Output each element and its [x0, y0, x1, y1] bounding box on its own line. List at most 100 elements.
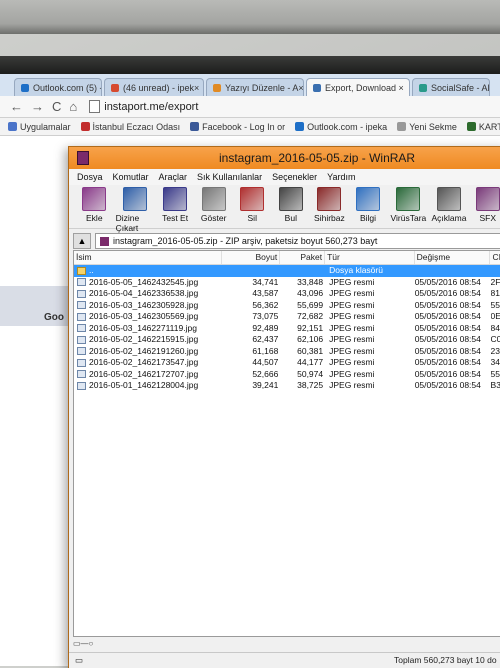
- file-row[interactable]: 2016-05-02_1462191260.jpg 61,168 60,381 JPE…: [74, 346, 500, 358]
- toolbar-button-test[interactable]: Test Et: [158, 187, 193, 223]
- menu-item[interactable]: Sık Kullanılanlar: [197, 172, 262, 182]
- file-name: 2016-05-02_1462191260.jpg: [89, 345, 199, 356]
- column-header-modified[interactable]: Değişme: [415, 251, 491, 264]
- delete-icon: [240, 187, 265, 211]
- toolbar-button-label: Sihirbaz: [314, 213, 345, 223]
- address-bar[interactable]: instaport.me/export: [89, 100, 198, 113]
- toolbar-button-label: VirüsTara: [390, 213, 427, 223]
- toolbar-button-sfx[interactable]: SFX: [470, 187, 500, 223]
- toolbar-button-delete[interactable]: Sil: [235, 187, 270, 223]
- file-row[interactable]: 2016-05-01_1462128004.jpg 39,241 38,725 JPE…: [74, 380, 500, 392]
- page-text-fragment: Goo: [44, 312, 64, 323]
- bookmark-item[interactable]: Yeni Sekme: [397, 122, 457, 132]
- winrar-menubar: Dosya Komutlar Araçlar Sık Kullanılanlar Seç…: [69, 169, 500, 185]
- file-name-cell: 2016-05-03_1462305569.jpg: [74, 311, 222, 323]
- file-row[interactable]: 2016-05-02_1462173547.jpg 44,507 44,177 JPE…: [74, 357, 500, 369]
- bookmark-item[interactable]: Facebook - Log In or: [190, 122, 285, 132]
- file-size: 61,168: [252, 345, 279, 356]
- archive-path-field[interactable]: instagram_2016-05-05.zip - ZIP arşiv, pa…: [95, 233, 500, 249]
- screen-edge: [0, 56, 500, 74]
- menu-item[interactable]: Yardım: [327, 172, 355, 182]
- menu-item[interactable]: Seçenekler: [272, 172, 317, 182]
- browser-tab[interactable]: Export, Download ×: [306, 78, 410, 96]
- toolbar-button-find[interactable]: Bul: [274, 187, 309, 223]
- toolbar-button-extract[interactable]: Dizine Çıkart: [116, 187, 154, 233]
- file-type: JPEG resmi: [329, 311, 375, 321]
- toolbar-button-virus-scan[interactable]: VirüsTara: [389, 187, 427, 223]
- toolbar-button-comment[interactable]: Açıklama: [431, 187, 466, 223]
- archive-path-text: instagram_2016-05-05.zip - ZIP arşiv, pa…: [113, 236, 378, 246]
- file-row[interactable]: 2016-05-04_1462336538.jpg 43,587 43,096 JPE…: [74, 288, 500, 300]
- back-button[interactable]: ←: [10, 99, 23, 114]
- file-crc: 55: [490, 299, 500, 310]
- jpeg-file-icon: [77, 358, 86, 367]
- file-list-header: İsim Boyut Paket Tür Değişme CI: [74, 251, 500, 265]
- file-name-cell: 2016-05-02_1462191260.jpg: [74, 346, 222, 358]
- parent-folder-row[interactable]: .. Dosya klasörü: [74, 265, 500, 277]
- file-size: 73,075: [252, 311, 279, 321]
- toolbar-button-label: Ekle: [86, 213, 103, 223]
- column-header-size[interactable]: Boyut: [222, 251, 281, 264]
- menu-item[interactable]: Araçlar: [159, 172, 188, 182]
- file-crc: 23: [490, 345, 500, 356]
- file-row[interactable]: 2016-05-03_1462271119.jpg 92,489 92,151 JPE…: [74, 323, 500, 335]
- winrar-titlebar[interactable]: instagram_2016-05-05.zip - WinRAR: [69, 147, 500, 169]
- toolbar-button-add[interactable]: Ekle: [77, 187, 112, 223]
- virus-scan-icon: [396, 187, 421, 211]
- up-folder-button[interactable]: ▲: [73, 233, 91, 249]
- browser-tab[interactable]: SocialSafe - All y×: [412, 78, 490, 96]
- file-crc: 34: [490, 357, 500, 367]
- file-size: 43,587: [252, 288, 279, 298]
- toolbar-button-view[interactable]: Göster: [196, 187, 231, 223]
- file-name-cell: 2016-05-01_1462128004.jpg: [74, 380, 222, 392]
- bookmark-item[interactable]: KARTAL DOĞA: [466, 122, 500, 132]
- toolbar-button-wizard[interactable]: Sihirbaz: [312, 187, 347, 223]
- file-modified: 05/05/2016 08:54: [414, 288, 481, 298]
- bookmark-item[interactable]: İstanbul Eczacı Odası: [80, 122, 180, 132]
- file-packed-size: 50,974: [297, 368, 324, 379]
- toolbar-button-label: Bilgi: [359, 213, 376, 223]
- browser-tab-strip: Outlook.com (5) - × (46 unread) - ipek× Ya…: [0, 74, 500, 96]
- file-type: JPEG resmi: [329, 299, 375, 310]
- file-row[interactable]: 2016-05-02_1462172707.jpg 52,666 50,974 JPE…: [74, 369, 500, 381]
- file-name-cell: 2016-05-03_1462271119.jpg: [74, 323, 222, 335]
- file-packed-size: 43,096: [297, 288, 324, 298]
- file-packed-size: 62,106: [297, 334, 324, 344]
- menu-item[interactable]: Dosya: [77, 172, 103, 182]
- column-header-packed[interactable]: Paket: [280, 251, 326, 264]
- file-packed-size: 38,725: [297, 380, 324, 390]
- column-header-crc[interactable]: CI: [490, 251, 500, 264]
- file-modified: 05/05/2016 08:54: [414, 368, 481, 379]
- file-name: 2016-05-01_1462128004.jpg: [89, 380, 199, 390]
- jpeg-file-icon: [77, 301, 86, 310]
- file-name: 2016-05-02_1462215915.jpg: [89, 334, 199, 344]
- toolbar-button-info[interactable]: Bilgi: [351, 187, 386, 223]
- path-bar: ▲ instagram_2016-05-05.zip - ZIP arşiv, …: [73, 232, 500, 250]
- file-crc: 81: [490, 288, 500, 298]
- file-name: ..: [89, 265, 94, 275]
- browser-tab[interactable]: Yazıyı Düzenle - A×: [206, 78, 304, 96]
- tab-favicon-icon: [111, 83, 119, 92]
- bookmark-item[interactable]: Outlook.com - ipeka: [295, 122, 387, 132]
- file-row[interactable]: 2016-05-03_1462305569.jpg 73,075 72,682 JPE…: [74, 311, 500, 323]
- jpeg-file-icon: [77, 370, 86, 379]
- winrar-app-icon[interactable]: [77, 151, 89, 165]
- file-row[interactable]: 2016-05-05_1462432545.jpg 34,741 33,848 JPE…: [74, 277, 500, 289]
- browser-tab[interactable]: (46 unread) - ipek×: [104, 78, 204, 96]
- window-title: instagram_2016-05-05.zip - WinRAR: [219, 151, 416, 165]
- column-header-type[interactable]: Tür: [325, 251, 415, 264]
- toolbar-button-label: Açıklama: [431, 213, 467, 223]
- file-row[interactable]: 2016-05-02_1462215915.jpg 62,437 62,106 JPE…: [74, 334, 500, 346]
- file-row[interactable]: 2016-05-03_1462305928.jpg 56,362 55,699 JPE…: [74, 300, 500, 312]
- bookmark-item[interactable]: Uygulamalar: [8, 122, 71, 132]
- page-icon: [89, 100, 101, 113]
- lock-icon: ▭: [75, 655, 84, 665]
- browser-tab[interactable]: Outlook.com (5) - ×: [14, 78, 102, 96]
- home-button[interactable]: ⌂: [69, 99, 77, 114]
- forward-button[interactable]: →: [31, 99, 44, 114]
- file-type: JPEG resmi: [329, 322, 375, 333]
- column-header-name[interactable]: İsim: [74, 251, 222, 264]
- file-modified: 05/05/2016 08:54: [414, 334, 481, 344]
- reload-button[interactable]: C: [52, 99, 61, 114]
- menu-item[interactable]: Komutlar: [113, 172, 149, 182]
